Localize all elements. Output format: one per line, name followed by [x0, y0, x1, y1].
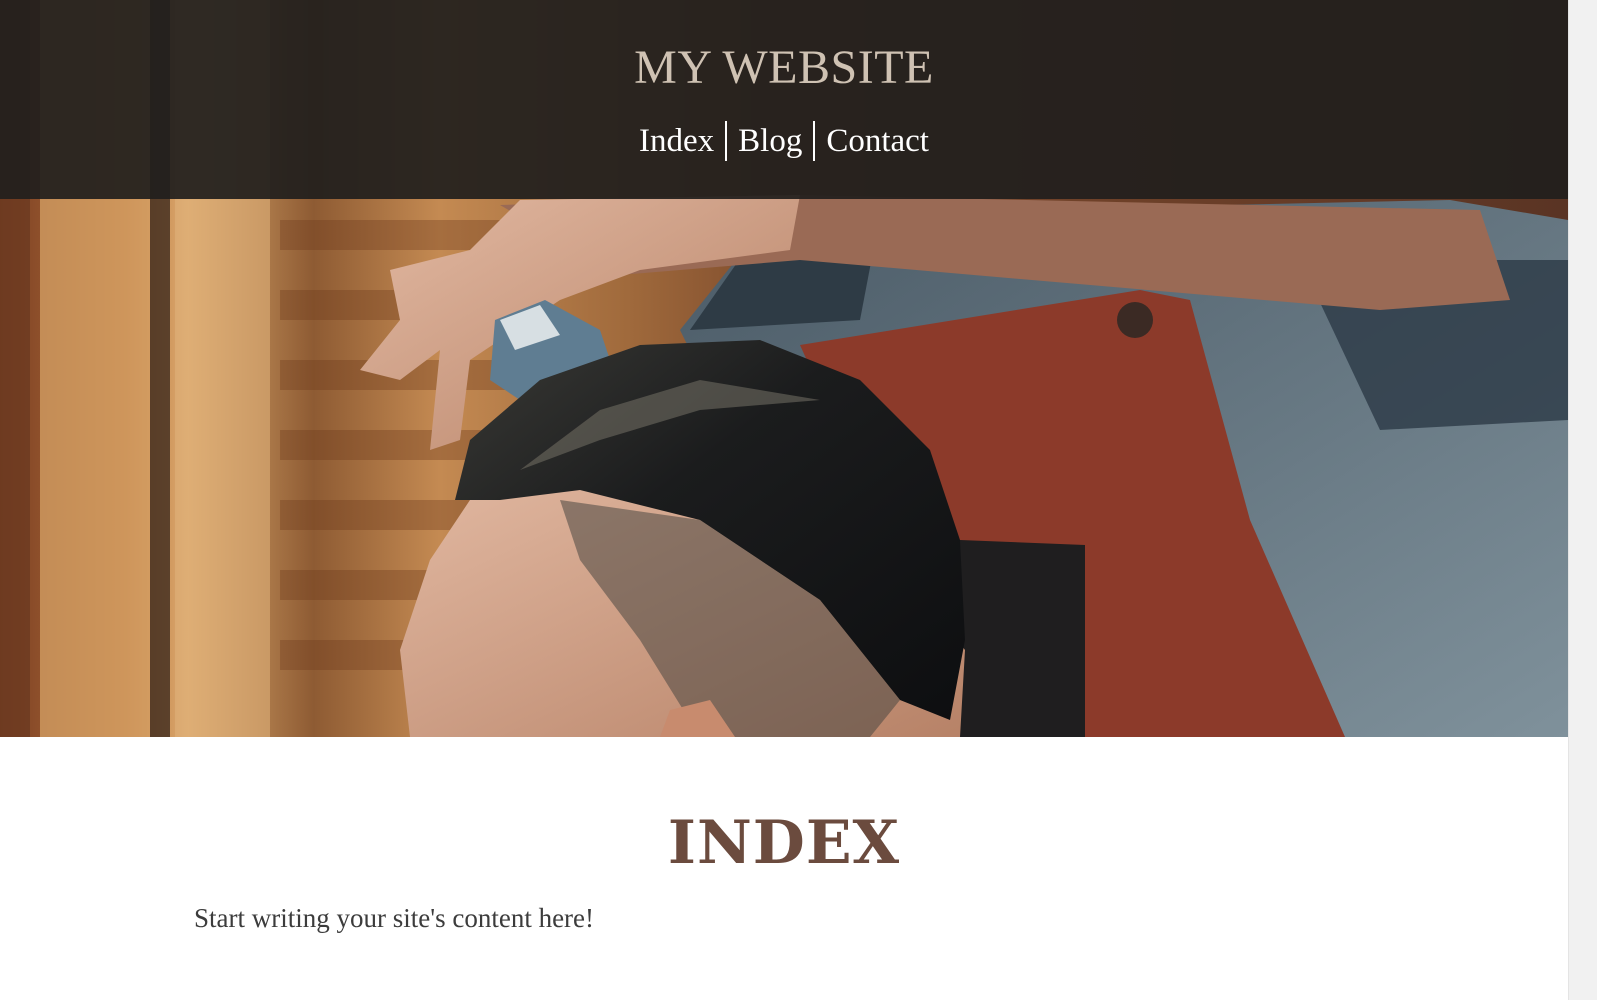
nav-link-contact[interactable]: Contact	[815, 120, 940, 162]
nav-link-blog[interactable]: Blog	[727, 120, 813, 162]
site-title[interactable]: MY WEBSITE	[0, 40, 1568, 95]
main-nav: Index Blog Contact	[0, 120, 1568, 162]
page: MY WEBSITE Index Blog Contact INDEX Star…	[0, 0, 1568, 1000]
site-header: MY WEBSITE Index Blog Contact	[0, 0, 1568, 199]
nav-link-index[interactable]: Index	[628, 120, 725, 162]
page-body-text: Start writing your site's content here!	[194, 903, 595, 933]
page-heading: INDEX	[667, 808, 901, 878]
vertical-scrollbar[interactable]	[1568, 0, 1597, 1000]
